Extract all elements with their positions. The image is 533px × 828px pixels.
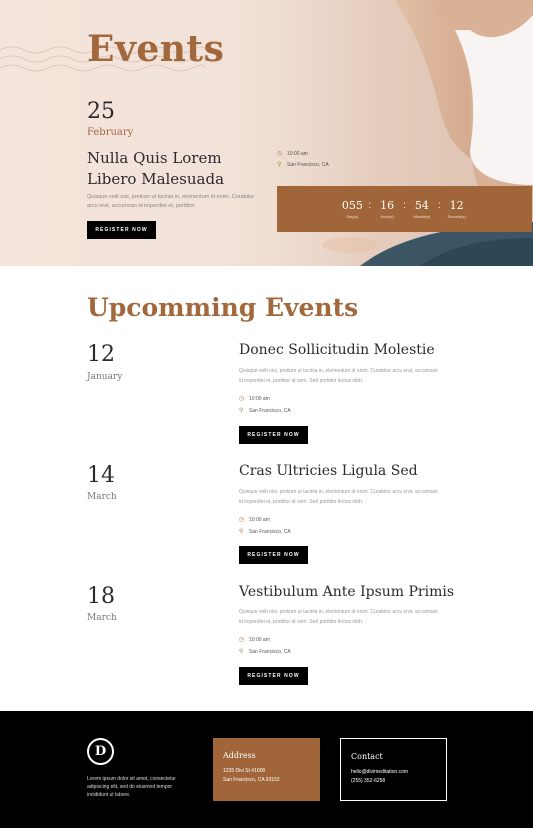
event-month: January: [87, 372, 123, 382]
address-box: Address 1235 Divi St #1000 San Francisco…: [213, 738, 320, 801]
countdown-minutes-value: 54: [414, 199, 429, 212]
map-pin-icon: ⚲: [239, 529, 244, 535]
hero-time-text: 10:00 am: [287, 150, 308, 157]
contact-heading: Contact: [351, 752, 383, 761]
event-time-text: 10:00 am: [249, 516, 270, 523]
logo-icon[interactable]: D: [87, 738, 114, 765]
event-location: ⚲ San Francisco, CA: [239, 407, 291, 415]
countdown-days: 055 Day(s): [338, 199, 366, 219]
address-line: San Francisco, CA 93152: [223, 777, 280, 783]
map-pin-icon: ⚲: [239, 649, 244, 655]
event-location-text: San Francisco, CA: [249, 407, 291, 414]
clock-icon: ◷: [277, 151, 283, 157]
contact-email-link[interactable]: hello@divimeditation.com: [351, 768, 436, 777]
clock-icon: ◷: [239, 396, 245, 402]
event-register-button[interactable]: REGISTER NOW: [239, 667, 308, 685]
event-title: Vestibulum Ante Ipsum Primis: [239, 584, 455, 600]
event-day: 12: [87, 342, 115, 367]
map-pin-icon: ⚲: [277, 162, 282, 168]
countdown-hours-value: 16: [380, 199, 395, 212]
hero-event-time: ◷ 10:00 am: [277, 150, 308, 158]
footer-about-text: Lorem ipsum dolor sit amet, consectetur …: [87, 776, 176, 798]
hero-event-title: Nulla Quis Lorem Libero Malesuada: [87, 149, 225, 188]
hero-location-text: San Francisco, CA: [287, 161, 329, 168]
event-title: Donec Sollicitudin Molestie: [239, 342, 435, 358]
address-line: 1235 Divi St #1000: [223, 768, 266, 774]
countdown-minutes: 54 Minute(s): [408, 199, 436, 219]
countdown-days-value: 055: [341, 199, 363, 212]
hero-register-button[interactable]: REGISTER NOW: [87, 221, 156, 239]
upcoming-events-title: Upcomming Events: [87, 293, 359, 322]
hero-event-day: 25: [87, 99, 115, 124]
event-time: ◷ 10:00 am: [239, 395, 270, 403]
event-time: ◷ 10:00 am: [239, 636, 270, 644]
event-month: March: [87, 613, 117, 623]
countdown-seconds: 12 Second(s): [443, 199, 471, 219]
hero-event-month: February: [87, 127, 134, 138]
map-pin-icon: ⚲: [239, 408, 244, 414]
countdown-days-label: Day(s): [346, 214, 359, 219]
countdown-hours-label: Hour(s): [380, 214, 394, 219]
event-location: ⚲ San Francisco, CA: [239, 648, 291, 656]
countdown-seconds-value: 12: [449, 199, 464, 212]
event-day: 18: [87, 584, 115, 609]
countdown-separator: :: [368, 199, 372, 211]
countdown-separator: :: [403, 199, 406, 211]
hero-event-location: ⚲ San Francisco, CA: [277, 161, 329, 169]
countdown-seconds-label: Second(s): [447, 214, 466, 219]
clock-icon: ◷: [239, 517, 245, 523]
event-register-button[interactable]: REGISTER NOW: [239, 546, 308, 564]
address-heading: Address: [223, 751, 256, 760]
event-month: March: [87, 492, 117, 502]
contact-box: Contact hello@divimeditation.com (255) 3…: [340, 738, 447, 801]
event-location-text: San Francisco, CA: [249, 528, 291, 535]
clock-icon: ◷: [239, 637, 245, 643]
event-time-text: 10:00 am: [249, 636, 270, 643]
event-location: ⚲ San Francisco, CA: [239, 528, 291, 536]
hero-title: Events: [87, 28, 225, 70]
contact-phone-link[interactable]: (255) 352-6258: [351, 777, 436, 786]
event-time-text: 10:00 am: [249, 395, 270, 402]
hero-section: Events 25 February Nulla Quis Lorem Libe…: [0, 0, 533, 266]
countdown-timer: 055 Day(s) : 16 Hour(s) : 54 Minute(s) :…: [277, 186, 532, 232]
event-register-button[interactable]: REGISTER NOW: [239, 426, 308, 444]
countdown-separator: :: [437, 199, 441, 211]
countdown-minutes-label: Minute(s): [413, 214, 431, 219]
event-description: Quisque velit nisi, pretium ut lacinia i…: [239, 368, 438, 384]
hero-event-description: Quisque velit nisi, pretium ut lacinia i…: [87, 194, 255, 209]
event-description: Quisque velit nisi, pretium ut lacinia i…: [239, 489, 438, 505]
event-title: Cras Ultricies Ligula Sed: [239, 463, 418, 479]
event-time: ◷ 10:00 am: [239, 516, 270, 524]
event-location-text: San Francisco, CA: [249, 648, 291, 655]
event-description: Quisque velit nisi, pretium ut lacinia i…: [239, 609, 438, 625]
countdown-hours: 16 Hour(s): [373, 199, 401, 219]
event-day: 14: [87, 463, 115, 488]
